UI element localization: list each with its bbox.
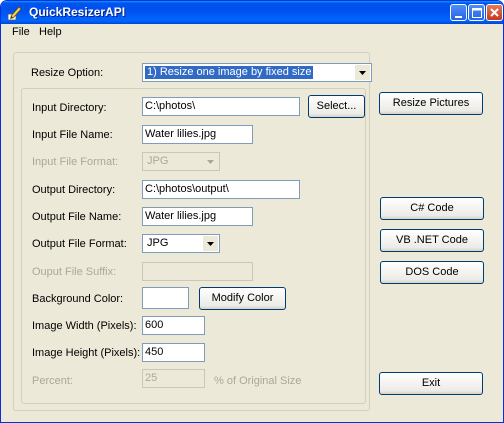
output-file-suffix-label: Ouput File Suffix: [32, 266, 117, 278]
chevron-down-icon[interactable] [203, 236, 218, 251]
image-height-field[interactable]: 450 [142, 343, 205, 362]
input-directory-field[interactable]: C:\photos\ [142, 97, 300, 116]
vbnet-code-button[interactable]: VB .NET Code [380, 229, 484, 252]
output-file-name-field[interactable]: Water lilies.jpg [142, 207, 253, 226]
output-file-name-label: Output File Name: [32, 211, 122, 223]
image-width-field[interactable]: 600 [142, 316, 205, 335]
input-file-format-value: JPG [147, 155, 169, 167]
title-bar[interactable]: QuickResizerAPI [1, 1, 503, 24]
app-window: QuickResizerAPI File Help Resize Option:… [0, 0, 504, 423]
menu-bar: File Help [1, 24, 503, 42]
input-file-format-dropdown: JPG [142, 152, 220, 171]
minimize-icon [455, 16, 462, 18]
resize-option-value: 1) Resize one image by fixed size [145, 66, 314, 79]
dos-code-button[interactable]: DOS Code [380, 261, 484, 284]
close-button[interactable] [486, 4, 503, 21]
modify-color-button[interactable]: Modify Color [199, 287, 286, 310]
menu-help[interactable]: Help [39, 26, 62, 38]
close-icon [490, 8, 499, 17]
input-directory-label: Input Directory: [32, 102, 107, 114]
minimize-button[interactable] [450, 4, 467, 21]
menu-file[interactable]: File [12, 26, 30, 38]
background-color-label: Background Color: [32, 293, 124, 305]
input-file-name-label: Input File Name: [32, 129, 113, 141]
maximize-button[interactable] [468, 4, 485, 21]
resize-pictures-button[interactable]: Resize Pictures [379, 92, 483, 115]
input-file-format-label: Input File Format: [32, 156, 119, 168]
select-button[interactable]: Select... [308, 95, 365, 118]
csharp-code-button[interactable]: C# Code [380, 197, 484, 220]
percent-label: Percent: [32, 375, 73, 387]
image-width-label: Image Width (Pixels): [32, 320, 137, 332]
image-height-label: Image Height (Pixels): [32, 347, 141, 359]
output-directory-field[interactable]: C:\photos\output\ [142, 180, 300, 199]
app-pencil-icon [7, 5, 23, 21]
maximize-icon [472, 8, 482, 18]
background-color-swatch[interactable] [142, 287, 189, 309]
output-file-format-value: JPG [147, 237, 169, 249]
resize-option-dropdown[interactable]: 1) Resize one image by fixed size [142, 63, 372, 82]
output-file-format-dropdown[interactable]: JPG [142, 234, 220, 253]
output-directory-label: Output Directory: [32, 184, 116, 196]
window-title: QuickResizerAPI [29, 5, 126, 19]
chevron-down-icon[interactable] [355, 65, 370, 80]
percent-suffix-label: % of Original Size [214, 375, 302, 387]
output-file-format-label: Output File Format: [32, 238, 127, 250]
chevron-down-icon [203, 154, 218, 169]
resize-option-label: Resize Option: [31, 67, 104, 79]
percent-field: 25 [142, 369, 205, 388]
output-file-suffix-field [142, 262, 253, 281]
exit-button[interactable]: Exit [379, 372, 483, 395]
input-file-name-field[interactable]: Water lilies.jpg [142, 125, 253, 144]
